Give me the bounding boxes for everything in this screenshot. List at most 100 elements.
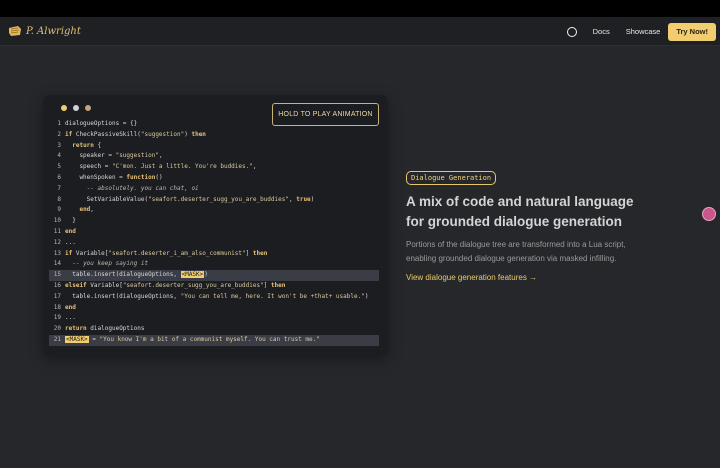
code-line: 12...: [49, 238, 379, 249]
line-number: 10: [53, 217, 61, 225]
code-token: Variable[: [86, 281, 123, 289]
theme-toggle-icon[interactable]: [566, 26, 577, 37]
code-text: <MASK> = "You know I'm a bit of a commun…: [65, 335, 320, 346]
code-token: "seafort.deserter_sugg_you_are_buddies": [122, 281, 264, 289]
code-text: SetVariableValue("seafort.deserter_sugg_…: [65, 195, 315, 206]
code-token: =: [88, 335, 100, 343]
code-token: table.insert(dialogueOptions,: [65, 271, 181, 279]
code-token: ,: [158, 152, 163, 160]
window-dot-gray: [73, 105, 79, 111]
top-strip: [0, 0, 720, 17]
code-text: return {: [65, 141, 101, 152]
line-number: 20: [53, 325, 61, 333]
code-text: ...: [65, 238, 76, 249]
code-token: "seafort.deserter_sugg_you_are_buddies": [148, 195, 289, 203]
code-token: ]: [263, 281, 271, 289]
feature-description: Portions of the dialogue tree are transf…: [406, 238, 676, 266]
code-line: 20 return dialogueOptions: [49, 324, 379, 335]
code-token: function: [126, 173, 156, 181]
description-line-1: Portions of the dialogue tree are transf…: [406, 240, 626, 249]
feature-badge: Dialogue Generation: [406, 171, 497, 185]
code-token: elseif: [65, 281, 87, 289]
code-token: end: [65, 303, 76, 311]
code-line: 7 -- absolutely. you can chat, oi: [49, 184, 379, 195]
line-number: 8: [57, 195, 61, 203]
code-token: return: [72, 141, 94, 149]
line-number: 9: [57, 206, 61, 214]
view-features-link[interactable]: View dialogue generation features →: [406, 273, 537, 282]
code-text: speech = "C'mon. Just a little. You're b…: [65, 162, 256, 173]
line-number: 7: [57, 184, 61, 192]
code-token: end: [79, 206, 91, 214]
logo[interactable]: P. Alwright: [8, 25, 81, 37]
code-text: end,: [65, 205, 94, 216]
code-line-masked: 21 <MASK> = "You know I'm a bit of a comm…: [49, 334, 379, 346]
code-line: 4 speaker = "suggestion",: [49, 151, 379, 162]
description-line-2: enabling grounded dialogue generation vi…: [406, 254, 617, 263]
line-number: 12: [53, 238, 61, 246]
code-text: end: [65, 227, 76, 238]
code-token: whenSpoken =: [65, 173, 127, 181]
lua-code-block: 1 dialogueOptions = {} 2 if CheckPassiveSki…: [49, 119, 379, 346]
nav-link-showcase[interactable]: Showcase: [626, 27, 661, 36]
headline-line-1: A mix of code and natural language: [406, 194, 634, 209]
line-number: 13: [53, 249, 61, 257]
code-token: ]: [245, 249, 253, 257]
feature-section: Dialogue Generation A mix of code and na…: [406, 167, 676, 285]
nav-actions: Docs Showcase Try Now!: [566, 22, 716, 41]
code-token: SetVariableValue(: [65, 195, 149, 203]
code-text: -- you keep saying it: [65, 259, 148, 270]
mask-token: <MASK>: [65, 335, 89, 343]
line-number: 4: [57, 152, 61, 160]
nav-link-docs[interactable]: Docs: [593, 27, 610, 36]
mask-token: <MASK>: [180, 271, 205, 279]
code-text: dialogueOptions = {}: [65, 119, 137, 130]
code-token: "You know I'm a bit of a communist mysel…: [99, 335, 320, 343]
window-dot-tan: [85, 105, 91, 111]
floating-avatar-icon[interactable]: [702, 207, 716, 221]
code-demo-card: HOLD TO PLAY ANIMATION 1 dialogueOptions …: [43, 95, 388, 356]
scroll-icon: [9, 26, 21, 36]
code-text: end: [65, 303, 76, 314]
code-text: elseif Variable["seafort.deserter_sugg_y…: [65, 281, 285, 292]
code-text: return dialogueOptions: [65, 324, 144, 335]
code-token: then: [252, 249, 268, 257]
code-token: dialogueOptions: [86, 325, 145, 333]
code-token: ,: [90, 206, 94, 214]
line-number: 19: [53, 314, 61, 322]
code-text: if CheckPassiveSkill("suggestion") then: [65, 130, 206, 141]
code-token: speaker =: [65, 152, 116, 160]
window-dot-yellow: [61, 105, 67, 111]
code-line: 9 end,: [49, 205, 379, 216]
code-token: Variable[: [72, 249, 109, 257]
line-number: 17: [53, 292, 61, 300]
code-token: end: [65, 227, 76, 235]
code-text: -- absolutely. you can chat, oi: [65, 184, 199, 195]
code-token: speech =: [65, 163, 112, 171]
code-line: 14 -- you keep saying it: [49, 259, 379, 270]
code-token: dialogueOptions = {}: [65, 120, 138, 127]
code-token: true: [296, 195, 311, 203]
code-line: 3 return {: [49, 141, 379, 152]
code-token: "seafort.deserter_i_am_also_communist": [108, 249, 246, 257]
line-number: 15: [53, 271, 61, 279]
code-token: CheckPassiveSkill(: [72, 130, 141, 138]
code-token: ): [310, 195, 315, 203]
logo-text: P. Alwright: [26, 25, 81, 37]
code-token: table.insert(dialogueOptions,: [65, 292, 181, 300]
code-text: whenSpoken = function(): [65, 173, 162, 184]
code-token: "C'mon. Just a little. You're buddies.": [111, 163, 253, 171]
code-text: speaker = "suggestion",: [65, 151, 163, 162]
headline-line-2: for grounded dialogue generation: [406, 213, 622, 229]
try-now-button[interactable]: Try Now!: [668, 22, 716, 41]
navbar: P. Alwright Docs Showcase Try Now!: [0, 17, 720, 46]
code-token: "suggestion": [115, 152, 159, 160]
line-number: 6: [57, 173, 61, 181]
code-line: 11 end: [49, 227, 379, 238]
line-number: 21: [53, 335, 61, 343]
line-number: 11: [53, 227, 61, 235]
code-token: ): [204, 271, 208, 279]
code-token: {: [93, 141, 102, 149]
code-token: }: [65, 217, 76, 225]
